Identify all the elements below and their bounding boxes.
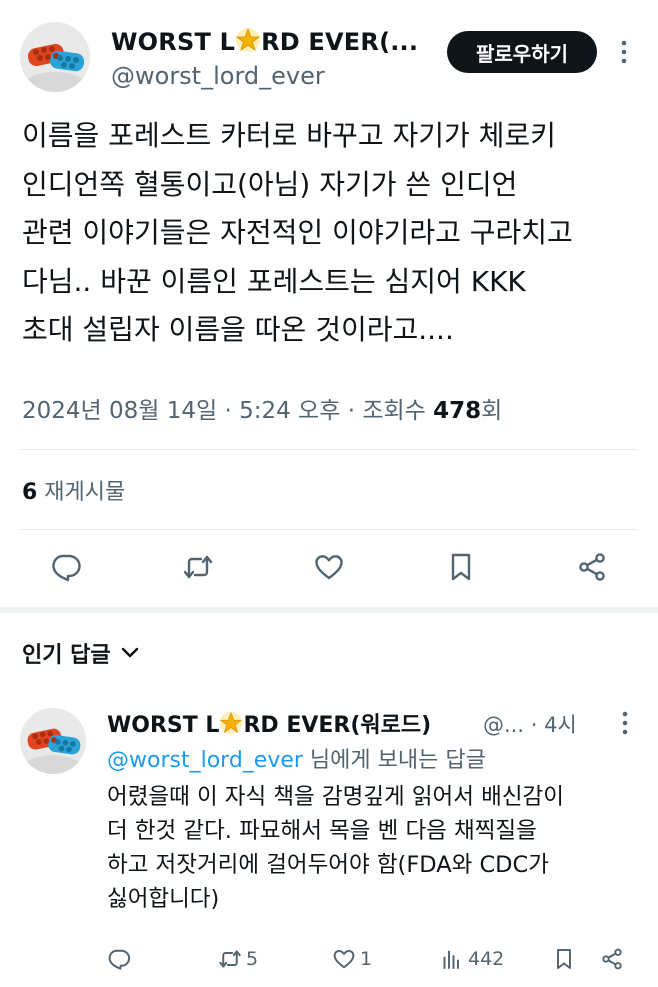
- repost-count: 6: [22, 480, 38, 505]
- reply-icon: [108, 949, 131, 970]
- divider: [20, 449, 638, 450]
- repost-button[interactable]: [176, 545, 220, 589]
- like-button[interactable]: [307, 545, 351, 589]
- reply-author-name[interactable]: WORST L RD EVER(워로드): [107, 707, 431, 739]
- chevron-down-icon: [121, 647, 138, 658]
- reply-text-line: 어렸을때 이 자식 책을 감명깊게 읽어서 배신감이: [107, 784, 564, 810]
- repost-label: 재게시물: [37, 480, 126, 505]
- replying-to-mention[interactable]: @worst_lord_ever: [107, 748, 303, 773]
- repost-icon: [183, 555, 213, 579]
- tweet-text-line: 초대 설립자 이름을 따온 것이라고....: [22, 313, 454, 346]
- section-divider: [0, 607, 658, 613]
- reply-like-button[interactable]: 1: [332, 942, 372, 976]
- tweet-text-line: 관련 이야기들은 자전적인 이야기라고 구라치고: [22, 216, 573, 249]
- reply-text-line: 더 한것 같다. 파묘해서 목을 벤 다음 채찍질을: [107, 818, 537, 844]
- reply-text: 어렸을때 이 자식 책을 감명깊게 읽어서 배신감이 더 한것 같다. 파묘해서…: [107, 780, 647, 916]
- replying-to: @worst_lord_ever 님에게 보내는 답글: [107, 742, 486, 774]
- reply-text-line: 하고 저잣거리에 걸어두어야 함(FDA와 CDC가: [107, 852, 549, 878]
- divider: [20, 529, 638, 530]
- top-replies-sort-toggle[interactable]: 인기 답글: [22, 637, 139, 669]
- reply-text-line: 싫어합니다): [107, 886, 220, 912]
- top-replies-title: 인기 답글: [22, 643, 111, 668]
- tweet-text-line: 이름을 포레스트 카터로 바꾸고 자기가 체로키: [22, 119, 556, 152]
- follow-button[interactable]: 팔로우하기: [447, 31, 597, 73]
- reply-author-name-end: RD EVER(워로드): [243, 713, 432, 738]
- reply-icon: [52, 554, 81, 582]
- author-handle[interactable]: @worst_lord_ever: [111, 62, 325, 90]
- star-emoji-icon: [220, 711, 243, 735]
- share-icon: [602, 948, 622, 970]
- repost-icon: [219, 950, 241, 968]
- repost-count-link[interactable]: 6 재게시물: [22, 474, 125, 506]
- reply-bookmark-button[interactable]: [552, 942, 576, 976]
- more-options-icon[interactable]: [609, 32, 639, 72]
- reply-time[interactable]: · 4시: [531, 713, 577, 737]
- views-suffix: 회: [481, 398, 503, 424]
- share-icon: [579, 553, 605, 581]
- reply-author-name-start: WORST L: [107, 713, 220, 738]
- author-name-end: RD EVER(...: [261, 28, 419, 56]
- tweet-text: 이름을 포레스트 카터로 바꾸고 자기가 체로키 인디언쪽 혈통이고(아님) 자…: [22, 112, 652, 355]
- author-name-start: WORST L: [111, 28, 236, 56]
- reply-author-handle[interactable]: @...: [483, 713, 524, 737]
- reply-views-count: 442: [468, 948, 505, 970]
- bookmark-icon: [451, 553, 471, 581]
- tweet-text-line: 다님.. 바꾼 이름인 포레스트는 심지어 KKK: [22, 264, 526, 298]
- replying-to-suffix: 님에게 보내는 답글: [302, 748, 486, 773]
- reply-reply-button[interactable]: [107, 942, 135, 976]
- views-chart-icon: [443, 950, 459, 969]
- reply-share-button[interactable]: [600, 942, 624, 976]
- views-count: 478: [433, 398, 482, 424]
- like-icon: [333, 950, 355, 969]
- reply-more-options-icon[interactable]: [610, 703, 640, 743]
- reply-button[interactable]: [44, 545, 88, 589]
- author-avatar[interactable]: [20, 22, 90, 92]
- like-icon: [315, 555, 343, 580]
- bookmark-button[interactable]: [439, 545, 483, 589]
- reply-views-button[interactable]: 442: [440, 942, 504, 976]
- author-name[interactable]: WORST L RD EVER(...: [111, 27, 418, 56]
- date-time: 2024년 08월 14일 · 5:24 오후 · 조회수: [22, 398, 434, 424]
- tweet-timestamp[interactable]: 2024년 08월 14일 · 5:24 오후 · 조회수 478회: [22, 391, 502, 425]
- reply-repost-button[interactable]: 5: [218, 942, 258, 976]
- reply-meta: @... · 4시: [483, 709, 577, 739]
- tweet-text-line: 인디언쪽 혈통이고(아님) 자기가 쓴 인디언: [22, 167, 518, 201]
- reply-like-count: 1: [360, 948, 373, 970]
- share-button[interactable]: [570, 545, 614, 589]
- reply-author-avatar[interactable]: [20, 708, 86, 774]
- reply-repost-count: 5: [246, 948, 259, 970]
- star-emoji-icon: [235, 27, 261, 53]
- bookmark-icon: [557, 949, 571, 969]
